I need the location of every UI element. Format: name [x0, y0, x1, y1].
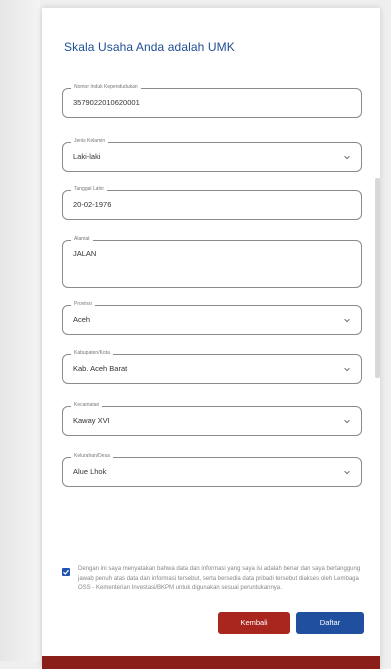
- province-label: Provinsi: [71, 300, 95, 309]
- nik-label: Nomor Induk Kependudukan: [71, 83, 141, 92]
- gender-label: Jenis Kelamin: [71, 137, 109, 146]
- registration-form-card: Skala Usaha Anda adalah UMK Nomor Induk …: [42, 8, 380, 669]
- regency-label: Kabupaten/Kota: [71, 349, 113, 358]
- address-label: Alamat: [71, 235, 93, 244]
- village-value: Alue Lhok: [73, 467, 107, 476]
- district-label: Kecamatan: [71, 401, 103, 410]
- district-value: Kaway XVI: [73, 416, 110, 425]
- chevron-down-icon: [344, 155, 350, 160]
- footer-accent-bar: [42, 656, 380, 669]
- nik-field[interactable]: Nomor Induk Kependudukan 357902201062000…: [62, 83, 362, 118]
- register-button[interactable]: Daftar: [296, 612, 364, 634]
- chevron-down-icon: [344, 318, 350, 323]
- back-button[interactable]: Kembali: [218, 612, 290, 634]
- birth-date-value: 20-02-1976: [73, 200, 112, 209]
- village-label: Kelurahan/Desa: [71, 452, 113, 461]
- village-select[interactable]: Kelurahan/Desa Alue Lhok: [62, 452, 362, 487]
- address-textarea[interactable]: Alamat JALAN: [62, 235, 362, 288]
- chevron-down-icon: [344, 470, 350, 475]
- scrollbar[interactable]: [375, 178, 380, 378]
- address-value: JALAN: [73, 249, 97, 258]
- nik-value: 3579022010620001: [73, 98, 140, 107]
- province-value: Aceh: [73, 315, 91, 324]
- birth-date-field[interactable]: Tanggal Lahir 20-02-1976: [62, 185, 362, 220]
- consent-checkbox[interactable]: [62, 568, 70, 576]
- regency-value: Kab. Aceh Barat: [73, 364, 128, 373]
- gender-value: Laki-laki: [73, 152, 101, 161]
- gender-select[interactable]: Jenis Kelamin Laki-laki: [62, 137, 362, 172]
- regency-select[interactable]: Kabupaten/Kota Kab. Aceh Barat: [62, 349, 362, 384]
- district-select[interactable]: Kecamatan Kaway XVI: [62, 401, 362, 436]
- chevron-down-icon: [344, 367, 350, 372]
- checkmark-icon: [63, 569, 70, 575]
- page-backdrop: [0, 0, 40, 661]
- chevron-down-icon: [344, 419, 350, 424]
- consent-text: Dengan ini saya menyatakan bahwa data da…: [78, 566, 361, 591]
- form-title: Skala Usaha Anda adalah UMK: [64, 40, 235, 54]
- province-select[interactable]: Provinsi Aceh: [62, 300, 362, 335]
- birth-date-label: Tanggal Lahir: [71, 185, 108, 194]
